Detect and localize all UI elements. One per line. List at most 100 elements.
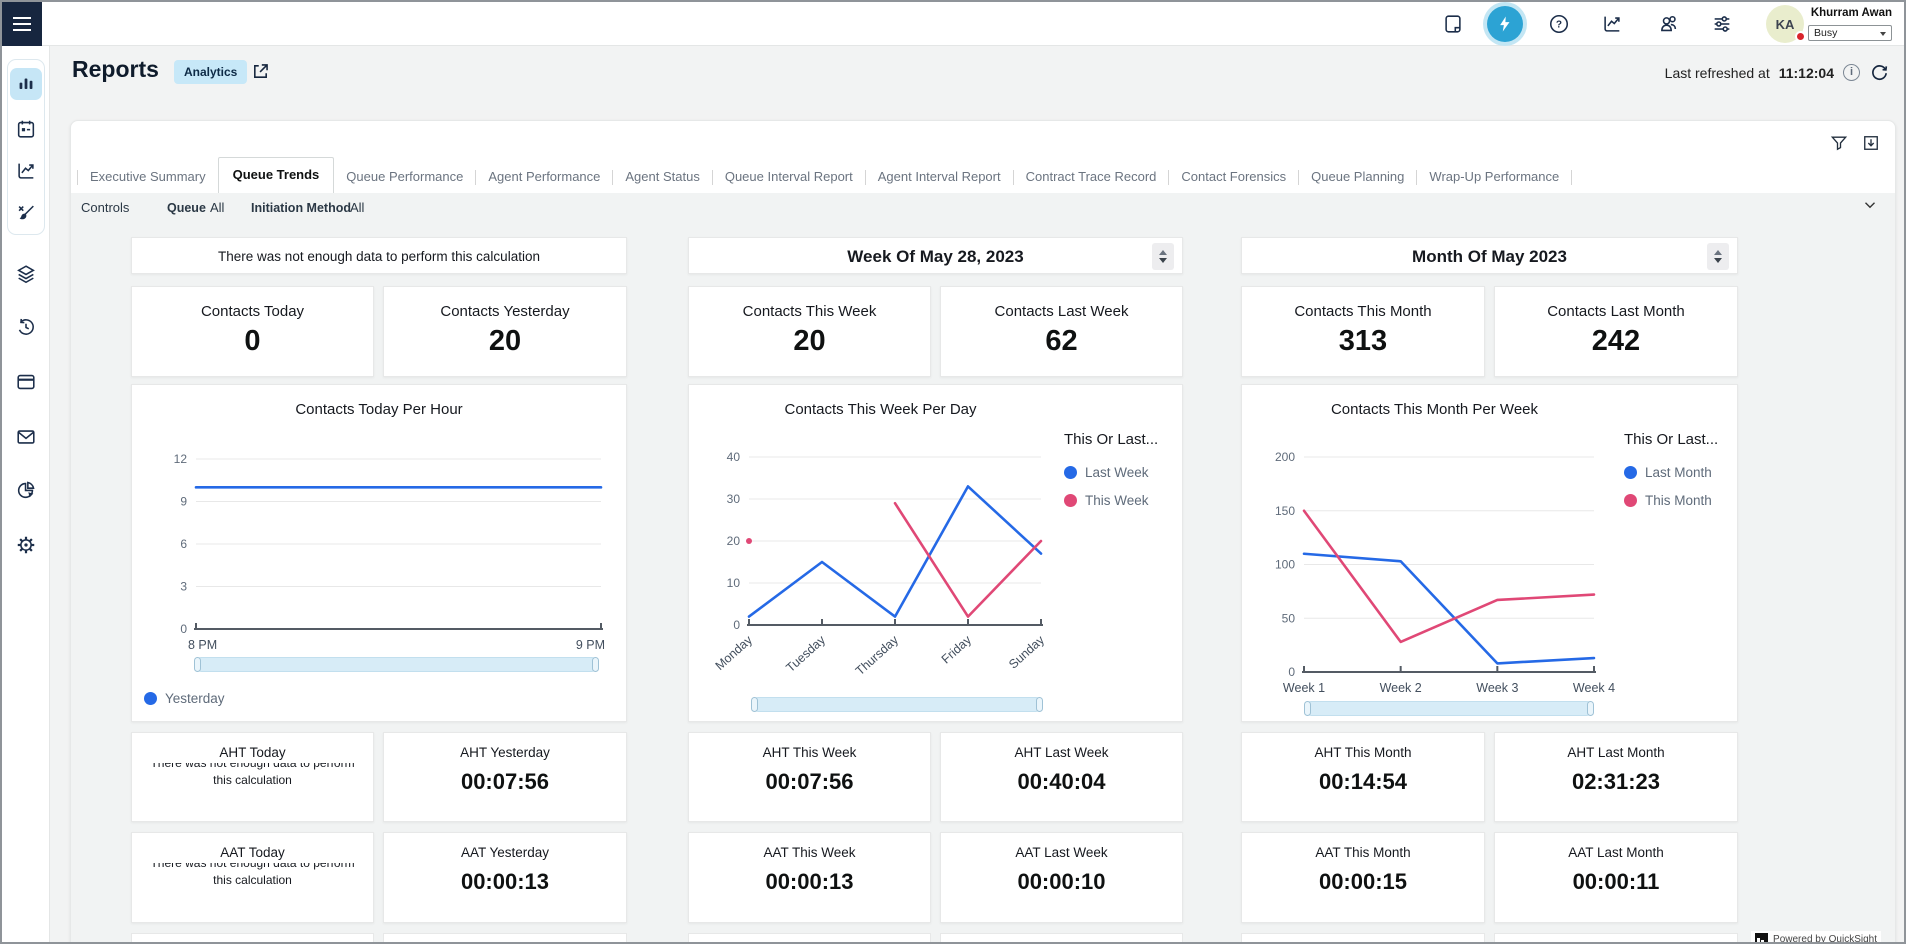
kpi-label: Contacts Yesterday [384, 303, 626, 320]
initiation-method-filter[interactable]: Initiation Method [251, 200, 351, 215]
sidebar-item-reports[interactable] [10, 68, 42, 100]
svg-text:Week 4: Week 4 [1573, 681, 1615, 695]
legend-item-yesterday[interactable]: Yesterday [144, 691, 225, 706]
tab-agent-performance[interactable]: Agent Performance [476, 162, 612, 193]
kpi-value: 00:00:13 [689, 869, 930, 895]
kpi-label: Contacts This Week [689, 303, 930, 320]
legend-title: This Or Last... [1064, 431, 1184, 448]
kpi-value: 00:07:56 [384, 769, 626, 795]
kpi-label: AHT Last Week [941, 745, 1182, 760]
status-dot [1795, 31, 1806, 42]
hourly-line-chart[interactable]: 0369128 PM9 PM [142, 433, 612, 655]
chart-range-scrollbar[interactable] [1304, 701, 1594, 716]
kpi-value: 00:07:56 [689, 769, 930, 795]
kpi-value: 0 [132, 325, 373, 358]
svg-text:8 PM: 8 PM [188, 638, 217, 652]
sidebar-item-design[interactable] [15, 202, 37, 224]
settings-sliders-icon[interactable] [1711, 13, 1733, 35]
kpi-label: Contacts This Month [1242, 303, 1484, 320]
tab-wrap-up-performance[interactable]: Wrap-Up Performance [1417, 162, 1571, 193]
sidebar-item-mail[interactable] [15, 426, 37, 448]
tab-agent-status[interactable]: Agent Status [613, 162, 711, 193]
kpi-aat-yesterday: AAT Yesterday 00:00:13 [383, 832, 627, 923]
export-icon[interactable] [1861, 133, 1881, 153]
notes-icon[interactable] [1442, 13, 1464, 35]
weekly-line-chart[interactable]: 010203040MondayTuesdayThursdayFridaySund… [704, 433, 1074, 683]
scrollbar-handle[interactable] [194, 657, 201, 672]
scrollbar-handle[interactable] [751, 697, 758, 712]
step-down-icon[interactable] [1159, 258, 1167, 263]
partial-card [131, 933, 374, 944]
tab-agent-interval-report[interactable]: Agent Interval Report [866, 162, 1013, 193]
tab-queue-planning[interactable]: Queue Planning [1299, 162, 1416, 193]
partial-card [1494, 933, 1738, 944]
help-icon[interactable]: ? [1548, 13, 1570, 35]
legend-item-this-week[interactable]: This Week [1064, 493, 1184, 508]
step-up-icon[interactable] [1159, 250, 1167, 255]
kpi-value: 00:00:13 [384, 869, 626, 895]
today-column-header: There was not enough data to perform thi… [131, 237, 627, 274]
week-period-stepper[interactable] [1152, 243, 1174, 270]
chart-card-contacts-this-week-per-day: Contacts This Week Per Day 010203040Mond… [688, 384, 1183, 722]
sidebar-item-settings[interactable] [15, 534, 37, 556]
tab-executive-summary[interactable]: Executive Summary [78, 162, 218, 193]
filter-funnel-icon[interactable] [1829, 133, 1849, 153]
sidebar-item-insights[interactable] [15, 479, 37, 501]
design-brush-icon [15, 202, 37, 224]
history-icon [15, 316, 37, 338]
sidebar-item-calendar[interactable] [15, 118, 37, 140]
tab-separator [1571, 170, 1572, 185]
step-up-icon[interactable] [1714, 250, 1722, 255]
tab-queue-interval-report[interactable]: Queue Interval Report [713, 162, 865, 193]
legend-dot [1624, 466, 1637, 479]
metrics-icon[interactable] [1601, 13, 1623, 35]
initiation-method-filter-value[interactable]: All [350, 200, 364, 215]
tab-contact-forensics[interactable]: Contact Forensics [1169, 162, 1298, 193]
kpi-label: AAT This Week [689, 845, 930, 860]
month-period-stepper[interactable] [1707, 243, 1729, 270]
info-icon[interactable]: i [1843, 64, 1860, 81]
week-column-header: Week Of May 28, 2023 [688, 237, 1183, 274]
collapse-controls-chevron-icon[interactable] [1861, 196, 1879, 214]
quick-actions-bolt-icon[interactable] [1487, 6, 1523, 42]
svg-text:Week 3: Week 3 [1476, 681, 1518, 695]
top-bar: ? KA Khurram Awan Busy [2, 2, 1904, 46]
chart-range-scrollbar[interactable] [751, 697, 1043, 712]
analytics-badge[interactable]: Analytics [174, 60, 247, 84]
monthly-line-chart[interactable]: 050100150200Week 1Week 2Week 3Week 4 [1262, 433, 1637, 695]
sidebar-item-flows[interactable] [15, 263, 37, 285]
user-avatar[interactable]: KA [1766, 5, 1804, 43]
kpi-aht-today: AHT Today There was not enough data to p… [131, 732, 374, 822]
svg-text:Tuesday: Tuesday [783, 632, 828, 675]
scrollbar-handle[interactable] [1036, 697, 1043, 712]
chart-card-contacts-today-per-hour: Contacts Today Per Hour 0369128 PM9 PM Y… [131, 384, 627, 722]
kpi-value: 00:00:10 [941, 869, 1182, 895]
legend-item-last-week[interactable]: Last Week [1064, 465, 1184, 480]
hamburger-menu-icon[interactable] [2, 2, 42, 46]
tab-contract-trace-record[interactable]: Contract Trace Record [1014, 162, 1169, 193]
sidebar-item-history[interactable] [15, 316, 37, 338]
tab-queue-trends[interactable]: Queue Trends [218, 157, 335, 193]
status-dropdown[interactable]: Busy [1808, 25, 1892, 41]
no-data-header-message: There was not enough data to perform thi… [132, 238, 626, 275]
contacts-icon[interactable] [1658, 13, 1680, 35]
month-column-header: Month Of May 2023 [1241, 237, 1738, 274]
legend-item-this-month[interactable]: This Month [1624, 493, 1744, 508]
tab-queue-performance[interactable]: Queue Performance [334, 162, 475, 193]
sidebar-item-metrics[interactable] [15, 160, 37, 182]
scrollbar-handle[interactable] [1304, 701, 1311, 716]
scrollbar-handle[interactable] [1587, 701, 1594, 716]
kpi-aat-today: AAT Today There was not enough data to p… [131, 832, 374, 923]
queue-filter-value[interactable]: All [210, 200, 224, 215]
kpi-value: 62 [941, 325, 1182, 358]
scrollbar-handle[interactable] [592, 657, 599, 672]
step-down-icon[interactable] [1714, 258, 1722, 263]
no-data-message: There was not enough data to perform thi… [140, 763, 365, 789]
queue-filter[interactable]: Queue [167, 200, 206, 215]
chart-range-scrollbar[interactable] [194, 657, 599, 672]
legend-item-last-month[interactable]: Last Month [1624, 465, 1744, 480]
sidebar-item-workspace[interactable] [15, 371, 37, 393]
refresh-icon[interactable] [1869, 62, 1890, 83]
layers-icon [15, 263, 37, 285]
external-link-icon[interactable] [250, 61, 271, 82]
